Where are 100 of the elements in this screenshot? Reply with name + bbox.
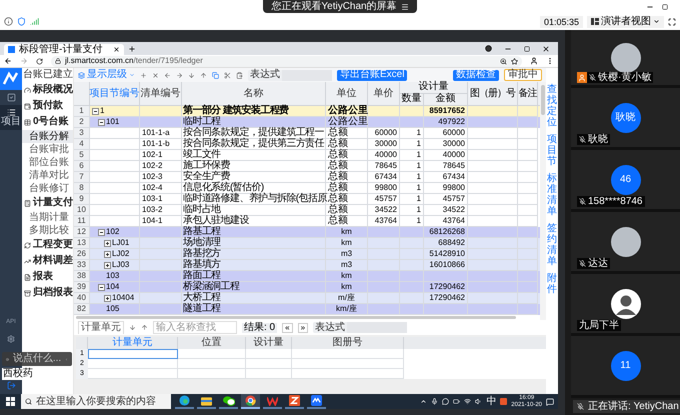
scrollbar[interactable]	[541, 85, 545, 115]
scrollbar[interactable]	[76, 316, 516, 319]
meeting-app-icon[interactable]	[311, 395, 322, 406]
restore-icon[interactable]	[662, 4, 668, 10]
side-link[interactable]: 附件	[547, 273, 557, 295]
data-check-button[interactable]: 数据检查	[453, 70, 499, 80]
sidebar-item[interactable]: 台账分解	[22, 130, 73, 143]
new-tab-icon[interactable]	[128, 45, 136, 53]
start-icon[interactable]	[6, 397, 15, 406]
speaker-view-button[interactable]: 演讲者视图	[587, 16, 664, 28]
table-row[interactable]: 1 1 第一部分 建筑安装工程费 公路公里 85917652	[74, 106, 540, 117]
move-up-icon[interactable]	[141, 324, 148, 331]
taskbar-app[interactable]	[285, 394, 304, 409]
units-tab[interactable]: 计量单元	[78, 321, 124, 334]
tray-expand-icon[interactable]	[420, 398, 428, 405]
bookmark-icon[interactable]	[511, 58, 518, 64]
record-icon[interactable]	[485, 45, 492, 52]
paste-icon[interactable]	[236, 72, 243, 78]
copy-icon[interactable]	[212, 72, 219, 78]
move-down-icon[interactable]	[188, 72, 195, 78]
sidebar-group[interactable]: 材料调差	[22, 253, 73, 269]
side-link[interactable]: 项目节	[547, 134, 557, 167]
expand-toggle-icon[interactable]	[98, 228, 105, 236]
mic-icon[interactable]	[431, 398, 438, 405]
table-row[interactable]: 7 102-3 安全生产费 总额 67434 1 67434	[74, 172, 540, 183]
input-method[interactable]: 中	[486, 396, 496, 406]
expression-field[interactable]: 表达式	[248, 70, 332, 80]
wifi-icon[interactable]	[464, 398, 472, 405]
shield-icon[interactable]	[17, 17, 26, 26]
sidebar-item[interactable]: 台账修订	[22, 182, 73, 195]
sidebar-group[interactable]: 报表	[22, 269, 73, 285]
browser-tab[interactable]: 标段管理-计量支付	[4, 44, 124, 55]
cut-icon[interactable]	[224, 72, 231, 78]
sidebar-item[interactable]: 台账审批	[22, 143, 73, 156]
menu-icon[interactable]	[400, 2, 409, 10]
expand-toggle-icon[interactable]	[104, 294, 111, 302]
expand-toggle-icon[interactable]	[104, 240, 111, 246]
signal-icon[interactable]	[30, 17, 39, 26]
browser-icon[interactable]	[245, 395, 256, 406]
app-icon[interactable]	[289, 395, 300, 406]
expand-toggle-icon[interactable]	[98, 284, 105, 290]
next-button[interactable]: »	[298, 322, 308, 332]
close-icon[interactable]	[542, 44, 550, 52]
table-row[interactable]: 26 LJ02 路基挖方 m3 51428910	[74, 249, 540, 260]
indent-icon[interactable]	[176, 72, 183, 78]
sidebar-group[interactable]: 归档报表	[22, 285, 73, 301]
table-row[interactable]: 39 104 桥梁涵洞工程 km 17290462	[74, 282, 540, 293]
table-row[interactable]: 33 LJ03 路基填方 m3 16010866	[74, 260, 540, 271]
table-row[interactable]: 38 103 路面工程 km	[74, 271, 540, 282]
logout-icon[interactable]	[6, 381, 16, 390]
table-row[interactable]: 40 10404 大桥工程 m/座 17290462	[74, 293, 540, 304]
move-down-icon[interactable]	[129, 324, 136, 331]
chat-icon[interactable]	[442, 398, 450, 405]
taskbar-search[interactable]: 在这里输入你要搜索的内容	[21, 394, 171, 409]
close-icon[interactable]	[113, 46, 120, 53]
expression-field[interactable]: 表达式	[313, 322, 408, 333]
table-row[interactable]: 5 102-1 竣工文件 总额 40000 1 40000	[74, 150, 540, 161]
reload-icon[interactable]	[36, 58, 43, 64]
table-row[interactable]: 82 105 隧道工程 km/座	[74, 304, 540, 315]
browser-icon[interactable]	[179, 395, 190, 406]
taskbar-app[interactable]	[307, 394, 326, 409]
table-row[interactable]: 10 103-2 临时占地 总额 34522 1 34522	[74, 205, 540, 216]
profile-icon[interactable]	[530, 57, 538, 65]
table-row[interactable]: 6 102-2 施工环保费 总额 78645 1 78645	[74, 161, 540, 172]
document-app-icon[interactable]	[267, 396, 278, 406]
address-bar[interactable]: jl.smartcost.com.cn/tender/7195/ledger	[51, 56, 522, 66]
prev-button[interactable]: «	[282, 322, 293, 332]
sidebar-group[interactable]: 标段概况	[22, 82, 73, 98]
taskbar-app[interactable]	[175, 394, 194, 409]
delete-icon[interactable]	[152, 72, 159, 78]
table-row[interactable]: 3 101-1-a 按合同条款规定，提供建筑工程一 总额 60000 1 60000	[74, 128, 540, 139]
app-tray-icon[interactable]	[500, 398, 508, 405]
sidebar-item[interactable]: 部位台账	[22, 156, 73, 169]
folder-icon[interactable]	[201, 396, 212, 406]
sidebar-group[interactable]: 计量支付	[22, 195, 73, 211]
chat-icon[interactable]	[222, 396, 234, 406]
table-row[interactable]: 2 101 临时工程 公路公里 497922	[74, 117, 540, 128]
sidebar-group[interactable]: 0号台账	[22, 114, 73, 130]
move-up-icon[interactable]	[200, 72, 207, 78]
sidebar-item[interactable]: 清单对比	[22, 169, 73, 182]
side-link[interactable]: 查找定位	[547, 84, 557, 128]
notification-icon[interactable]	[546, 398, 554, 406]
side-link[interactable]: 标准清单	[547, 173, 557, 217]
nav-rail-item[interactable]: 项目	[0, 105, 22, 130]
side-link[interactable]: 签约清单	[547, 223, 557, 267]
taskbar-app[interactable]	[219, 394, 238, 409]
back-icon[interactable]	[4, 57, 12, 65]
info-icon[interactable]	[4, 17, 13, 26]
zoom-icon[interactable]	[500, 58, 507, 64]
search-field[interactable]: 输入名称查找	[153, 321, 237, 334]
settings-icon[interactable]	[7, 335, 15, 343]
table-row[interactable]: 12 102 路基工程 km 68126268	[74, 227, 540, 238]
table-row[interactable]: 8 102-4 信息化系统(暂估价) 总额 99800 1 99800	[74, 183, 540, 194]
fullscreen-icon[interactable]	[668, 18, 676, 26]
table-row[interactable]: 9 103-1 临时道路修建、养护与拆除(包括原总额 45757 1 45757	[74, 194, 540, 205]
taskbar-app[interactable]	[241, 394, 260, 409]
chat-input[interactable]: 说点什么...	[2, 352, 72, 366]
sidebar-group[interactable]: 预付款	[22, 98, 73, 114]
export-button[interactable]: 导出台账Excel	[337, 70, 408, 80]
battery-icon[interactable]	[453, 398, 460, 405]
